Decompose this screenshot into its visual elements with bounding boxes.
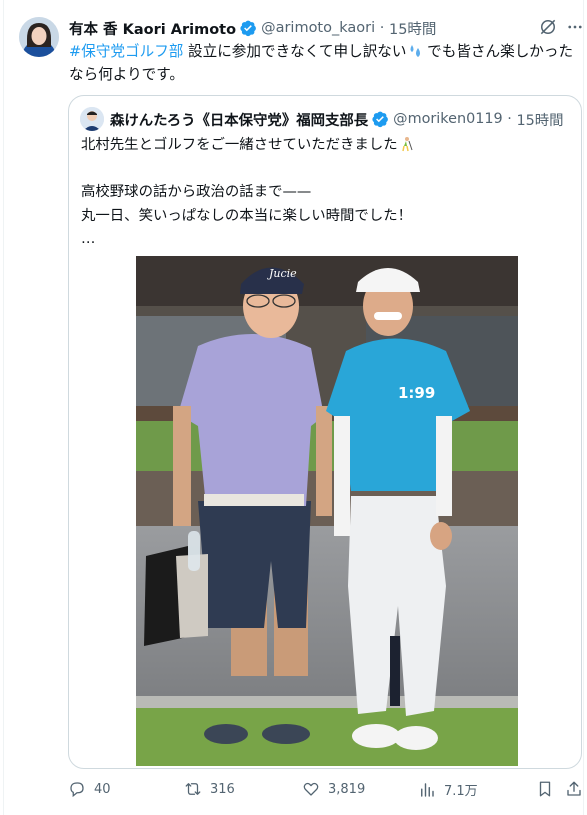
author-handle[interactable]: @arimoto_kaori [261,20,375,36]
quoted-header: 森けんたろう《日本保守党》福岡支部長 @moriken0119 · 15時間 [110,109,564,129]
repost-icon [185,783,201,795]
verified-badge-icon [372,111,389,128]
views-button[interactable]: 7.1万 [418,780,478,799]
views-count: 7.1万 [444,784,478,799]
post-time[interactable]: 15時間 [389,18,436,39]
reply-icon [70,782,84,798]
quoted-post-time[interactable]: 15時間 [516,109,563,130]
quoted-text-body: 高校野球の話から政治の話まで—— 丸一日、笑いっぱなしの本当に楽しい時間でした！… [81,184,412,247]
tweet-header: 有本 香 Kaori Arimoto @arimoto_kaori · 15時間 [69,18,436,38]
quoted-author-avatar[interactable] [80,107,104,131]
like-count: 3,819 [328,781,366,797]
author-avatar[interactable] [19,17,59,57]
like-icon [303,782,319,796]
quoted-author-name[interactable]: 森けんたろう《日本保守党》福岡支部長 [110,109,368,130]
repost-button[interactable]: 316 [184,780,235,798]
verified-badge-icon [240,20,256,37]
share-button[interactable] [565,780,583,798]
reply-button[interactable]: 40 [68,780,111,798]
golfer-emoji-icon [401,137,413,152]
quoted-author-handle[interactable]: @moriken0119 [393,111,503,127]
like-button[interactable]: 3,819 [302,780,365,798]
sweat-emoji-icon [410,45,420,57]
views-icon [421,782,434,797]
shirt-number: 1:99 [398,384,435,402]
tweet-text-part1: 設立に参加できなくて申し訳ない [183,43,407,60]
separator-dot: · [375,20,389,36]
share-icon [567,781,581,796]
author-name[interactable]: 有本 香 Kaori Arimoto [69,18,236,39]
reply-count: 40 [94,781,111,797]
quoted-tweet[interactable]: 森けんたろう《日本保守党》福岡支部長 @moriken0119 · 15時間 北… [68,95,582,769]
bookmark-icon [539,781,551,797]
bookmark-button[interactable] [536,780,554,798]
tweet-actions: 40 316 3,819 7.1万 [0,780,587,800]
hashtag-link[interactable]: #保守党ゴルフ部 [69,43,183,60]
quoted-text-line1: 北村先生とゴルフをご一緒させていただきました [81,137,398,153]
grok-icon[interactable] [538,17,558,37]
repost-count: 316 [210,781,235,797]
cap-logo: Jucie [267,267,297,280]
more-icon[interactable] [566,18,584,36]
tweet-text: #保守党ゴルフ部 設立に参加できなくて申し訳ない でも皆さん楽しかったなら何より… [69,40,579,86]
separator-dot: · [502,111,517,127]
quoted-text: 北村先生とゴルフをご一緒させていただきました 高校野球の話から政治の話まで—— … [81,134,571,252]
quoted-photo[interactable]: Jucie 1:99 [136,256,518,766]
